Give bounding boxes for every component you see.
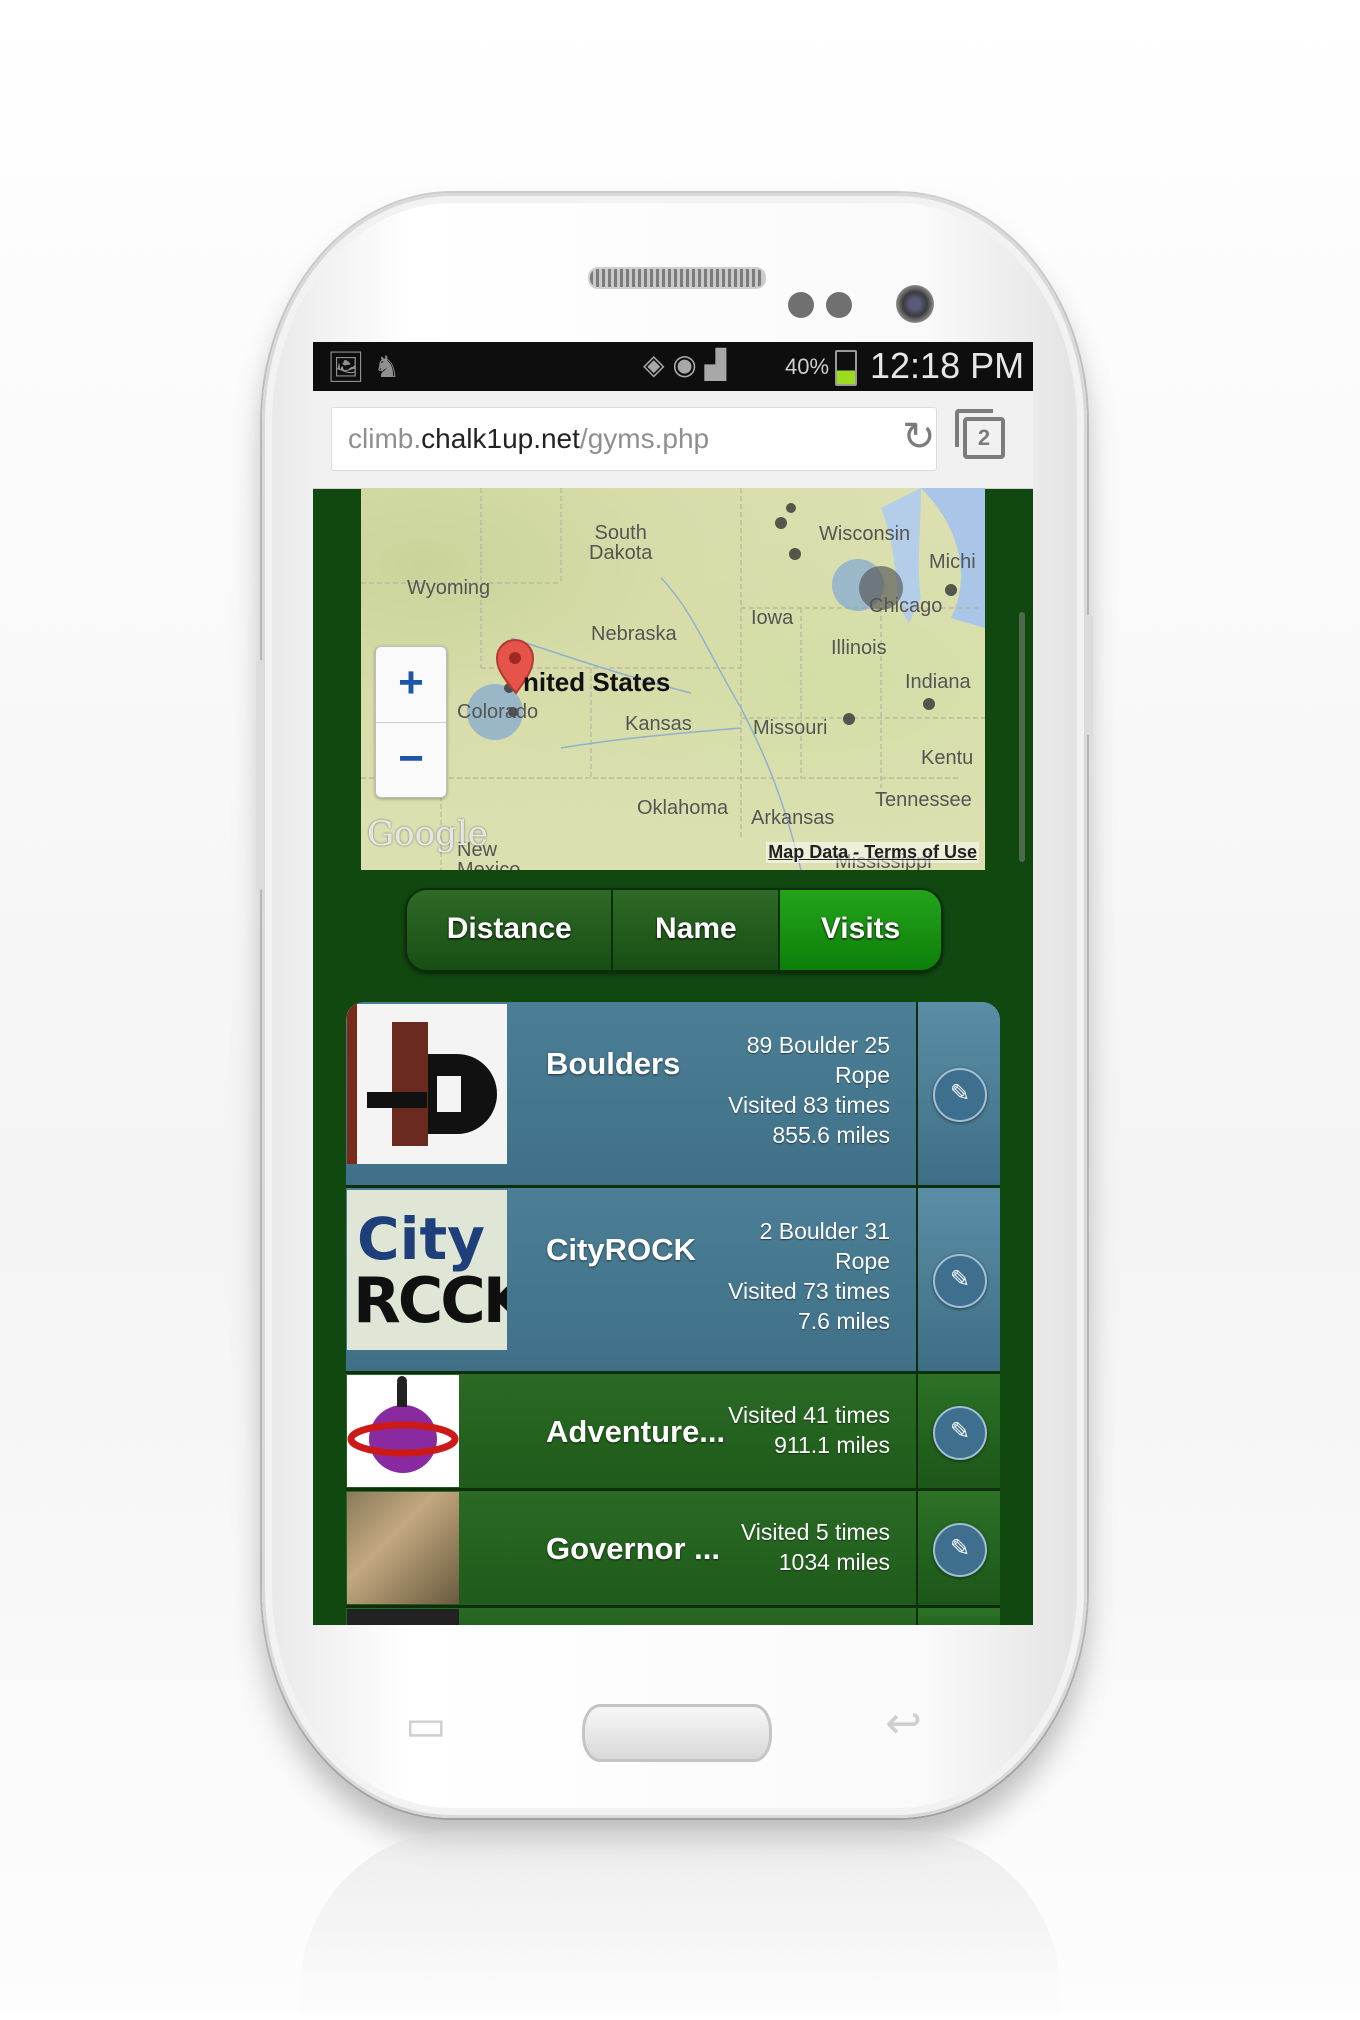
gym-list: Boulders 89 Boulder 25 Rope Visited 83 t… [346, 1002, 1000, 1625]
gym-stats: 2 Boulder 31 Rope Visited 73 times 7.6 m… [728, 1216, 890, 1336]
tab-visits[interactable]: Visits [780, 890, 941, 970]
google-logo: Google [367, 814, 488, 854]
gym-distance: 855.6 miles [772, 1122, 890, 1148]
map-label-wyoming: Wyoming [407, 577, 491, 599]
gym-map[interactable]: South Dakota Wisconsin Michi Wyoming Iow… [361, 488, 985, 870]
gym-rope-label: Rope [835, 1062, 890, 1088]
sort-control: Distance Name Visits [405, 888, 943, 972]
gym-visits: Visited 41 times [728, 1402, 890, 1428]
zoom-in-button[interactable]: + [376, 647, 446, 723]
home-button[interactable] [582, 1704, 772, 1762]
edit-cell: ✎ [916, 1002, 1000, 1185]
map-label-iowa: Iowa [751, 607, 794, 629]
gallery-icon: 🖼 ♞ [327, 351, 401, 384]
map-label-kansas: Kansas [625, 713, 692, 735]
clock: 12:18 PM [870, 345, 1025, 386]
gym-logo [347, 1004, 507, 1164]
list-item[interactable]: Boulders 89 Boulder 25 Rope Visited 83 t… [346, 1002, 1000, 1188]
map-label-illinois: Illinois [831, 637, 887, 659]
earpiece-speaker [588, 267, 766, 289]
map-label-colorado: Colorado [457, 701, 539, 723]
map-label-arkansas: Arkansas [751, 807, 835, 829]
screen: 🖼 ♞ ◈ ◉ ▟ 40% 12:18 PM climb.chalk1up.ne… [313, 342, 1033, 1625]
tabs-icon[interactable]: 2 [955, 409, 1005, 459]
gym-boulder-rope: 89 Boulder 25 [746, 1032, 890, 1058]
gym-visits: Visited 83 times [728, 1092, 890, 1118]
url-field[interactable]: climb.chalk1up.net/gyms.php ↻ [331, 407, 937, 471]
gym-logo [347, 1609, 459, 1625]
gym-distance: 7.6 miles [797, 1308, 890, 1334]
edit-icon[interactable]: ✎ [933, 1523, 987, 1577]
map-attribution-link[interactable]: Map Data - Terms of Use [766, 842, 979, 863]
gym-name: Governor ... [546, 1531, 720, 1566]
gym-distance: 1034 miles [778, 1549, 890, 1575]
status-bar: 🖼 ♞ ◈ ◉ ▟ 40% 12:18 PM [313, 342, 1033, 391]
phone-reflection [300, 1830, 1060, 2020]
map-label-michigan: Michi [929, 551, 976, 573]
tab-distance[interactable]: Distance [407, 890, 614, 970]
front-camera [896, 285, 934, 323]
scrollbar[interactable] [1019, 612, 1025, 862]
menu-icon[interactable]: ▭ [405, 1700, 447, 1751]
gym-visits: Visited 5 times [740, 1519, 890, 1545]
gym-visits: Visited 73 times [728, 1278, 890, 1304]
map-label-chicago: Chicago [869, 595, 943, 617]
tab-name[interactable]: Name [613, 890, 781, 970]
gym-name: Boulders [546, 1046, 681, 1081]
list-item[interactable]: Adventure... Visited 41 times 911.1 mile… [346, 1374, 1000, 1491]
gym-logo: City RCCK [347, 1190, 507, 1350]
edit-icon[interactable]: ✎ [933, 1254, 987, 1308]
gym-name: Adventure... [546, 1414, 726, 1449]
gym-stats: 89 Boulder 25 Rope Visited 83 times 855.… [728, 1030, 890, 1150]
map-label-tennessee: Tennessee [875, 789, 972, 811]
edit-icon[interactable]: ✎ [933, 1406, 987, 1460]
battery-percent: 40% [785, 354, 830, 379]
browser-address-bar: climb.chalk1up.net/gyms.php ↻ 2 [313, 391, 1033, 489]
map-zoom-control: + − [375, 646, 447, 798]
gym-name: CityROCK [546, 1232, 696, 1267]
list-item[interactable]: City RCCK CityROCK 2 Boulder 31 Rope Vis… [346, 1188, 1000, 1374]
edit-cell: ✎ [916, 1374, 1000, 1488]
map-label-indiana: Indiana [905, 671, 971, 693]
list-item[interactable] [346, 1608, 1000, 1625]
edit-cell: ✎ [916, 1188, 1000, 1371]
gym-logo [347, 1492, 459, 1604]
list-item[interactable]: Governor ... Visited 5 times 1034 miles … [346, 1491, 1000, 1608]
map-label-nebraska: Nebraska [591, 623, 677, 645]
volume-button [256, 660, 264, 890]
map-label-missouri: Missouri [753, 717, 828, 739]
power-button [1085, 615, 1093, 735]
gym-stats: Visited 5 times 1034 miles [741, 1517, 890, 1577]
light-sensor [826, 292, 852, 318]
edit-cell: ✎ [916, 1491, 1000, 1605]
map-label-oklahoma: Oklahoma [637, 797, 729, 819]
gym-distance: 911.1 miles [774, 1432, 890, 1458]
gym-boulder-rope: 2 Boulder 31 [759, 1218, 890, 1244]
edit-cell [916, 1608, 1000, 1625]
map-label-kentucky: Kentu [921, 747, 974, 769]
edit-icon[interactable]: ✎ [933, 1068, 987, 1122]
reload-icon[interactable]: ↻ [902, 414, 936, 460]
map-label-south-dakota: South Dakota [589, 522, 653, 564]
zoom-out-button[interactable]: − [376, 723, 446, 798]
battery-icon [835, 350, 857, 386]
back-icon[interactable]: ↩ [885, 1698, 922, 1749]
gym-stats: Visited 41 times 911.1 miles [728, 1400, 890, 1460]
map-label-wisconsin: Wisconsin [819, 523, 911, 545]
map-label-united-states: nited States [523, 667, 671, 697]
gym-rope-label: Rope [835, 1248, 890, 1274]
url-text: climb.chalk1up.net/gyms.php [348, 423, 710, 454]
signal-icon: ◈ ◉ ▟ [643, 349, 727, 380]
gym-logo [347, 1375, 459, 1487]
proximity-sensor [788, 292, 814, 318]
